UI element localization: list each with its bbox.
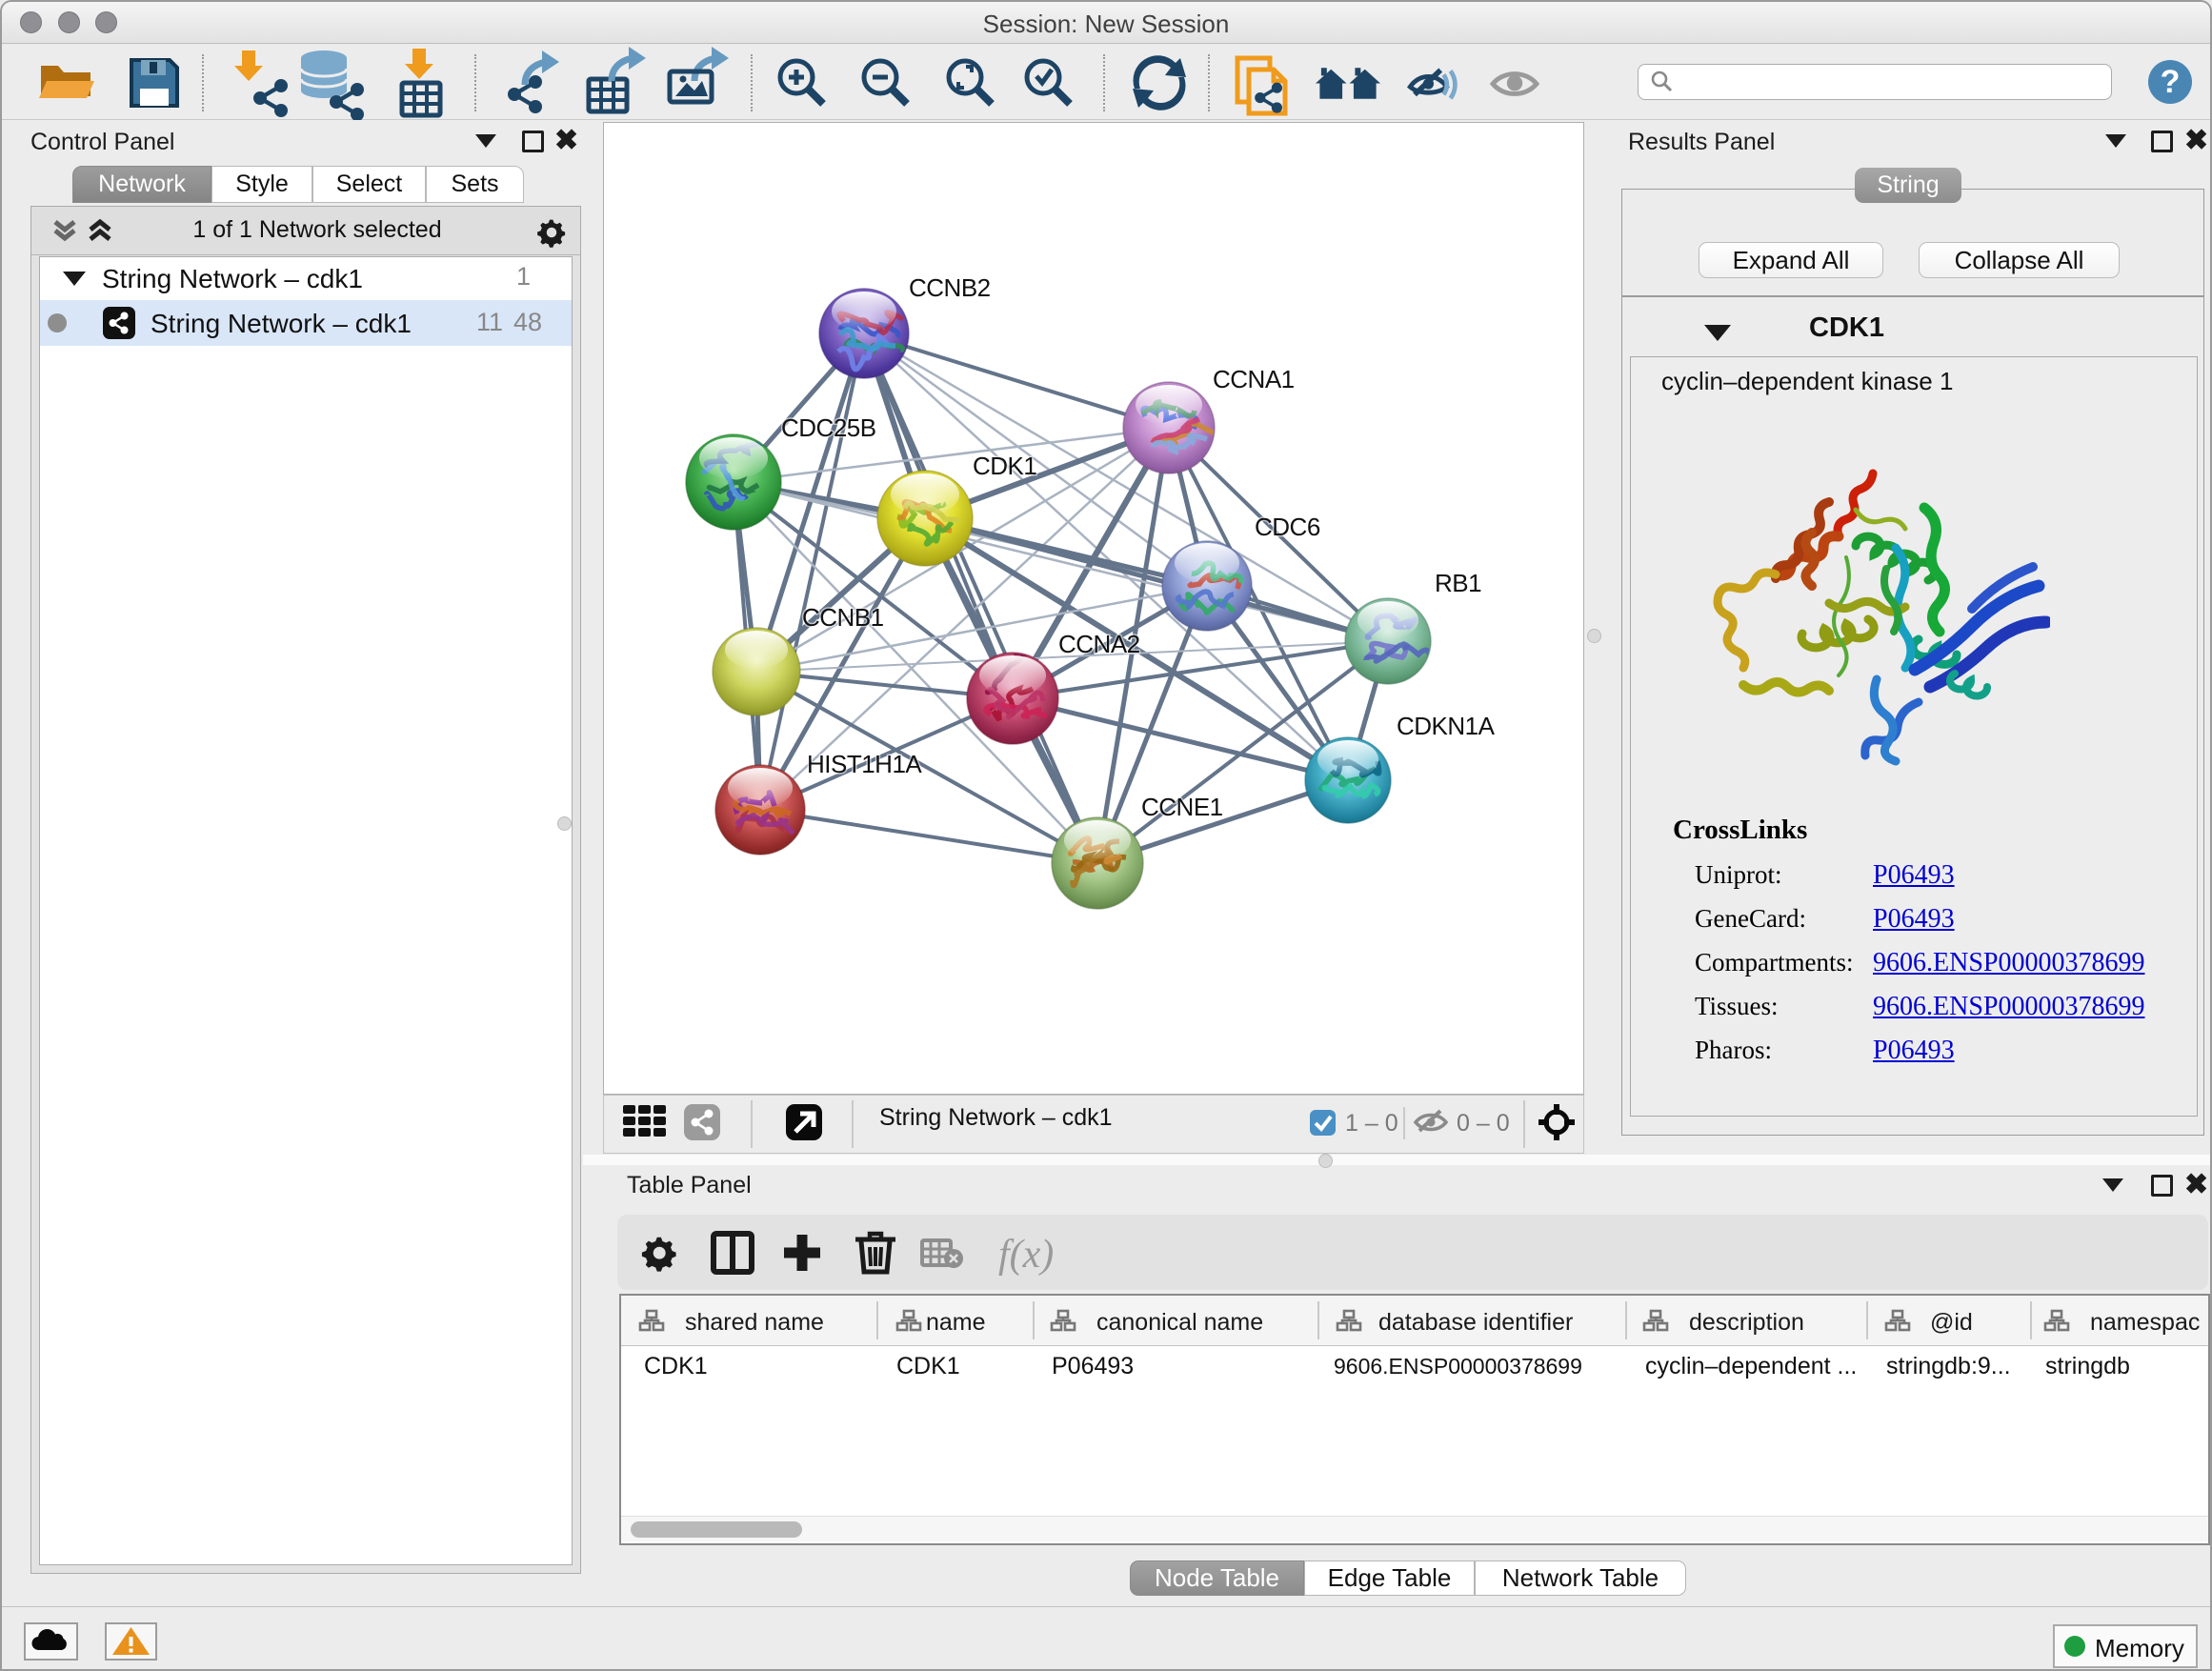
svg-text:CDK1: CDK1 bbox=[973, 452, 1036, 480]
svg-text:CCNB1: CCNB1 bbox=[802, 603, 884, 632]
svg-text:CCNB2: CCNB2 bbox=[909, 273, 991, 302]
svg-text:CDKN1A: CDKN1A bbox=[1397, 712, 1496, 740]
svg-text:@id: @id bbox=[1930, 1309, 1973, 1336]
svg-text:f(x): f(x) bbox=[998, 1233, 1054, 1277]
svg-text:CDC6: CDC6 bbox=[1255, 513, 1320, 541]
svg-text:canonical name: canonical name bbox=[1096, 1309, 1263, 1336]
svg-text:CDC25B: CDC25B bbox=[781, 413, 876, 442]
svg-text:RB1: RB1 bbox=[1435, 569, 1481, 597]
svg-text:name: name bbox=[926, 1309, 986, 1336]
svg-text:HIST1H1A: HIST1H1A bbox=[807, 750, 922, 778]
svg-text:CCNA2: CCNA2 bbox=[1058, 630, 1140, 658]
svg-text:1 – 0: 1 – 0 bbox=[1345, 1110, 1398, 1137]
svg-text:database identifier: database identifier bbox=[1378, 1309, 1573, 1336]
svg-text:CCNE1: CCNE1 bbox=[1141, 793, 1223, 821]
svg-text:CCNA1: CCNA1 bbox=[1213, 365, 1295, 393]
svg-text:namespac: namespac bbox=[2090, 1309, 2200, 1336]
svg-text:description: description bbox=[1689, 1309, 1804, 1336]
svg-text:0 – 0: 0 – 0 bbox=[1457, 1110, 1510, 1137]
svg-text:shared name: shared name bbox=[685, 1309, 824, 1336]
